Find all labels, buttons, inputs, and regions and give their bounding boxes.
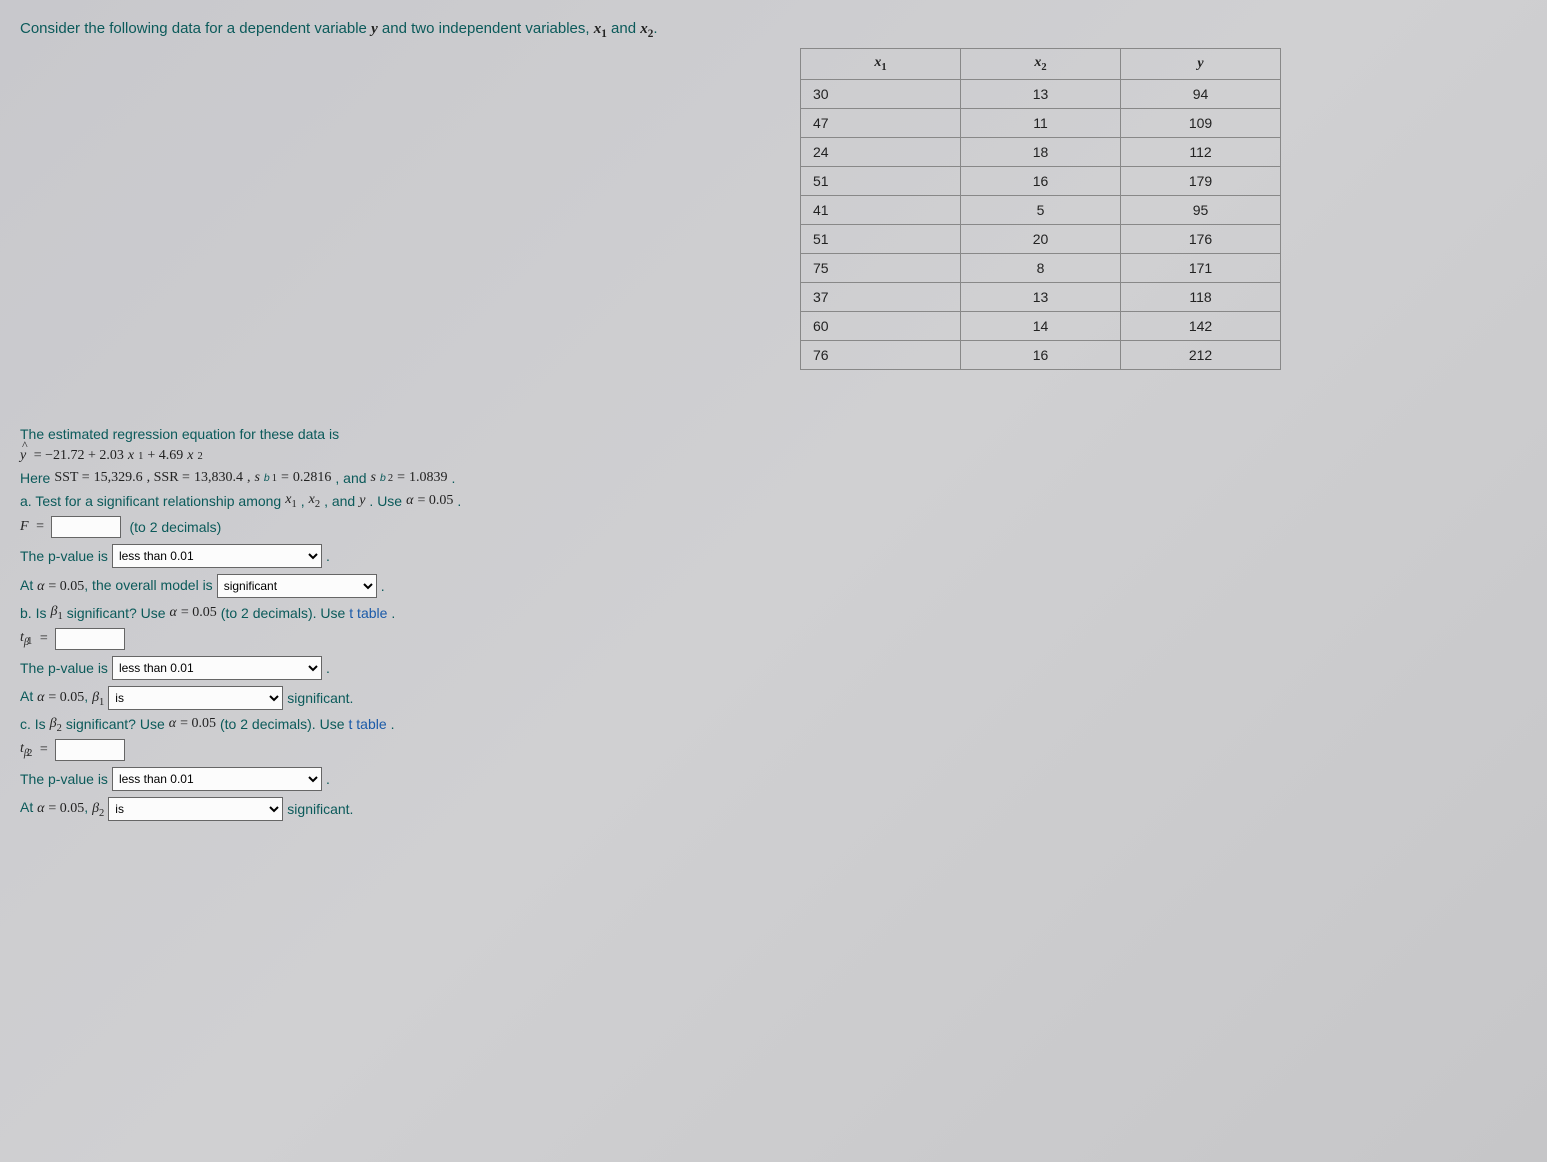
table-row: 5116179: [801, 166, 1281, 195]
part-a-prompt: a. Test for a significant relationship a…: [20, 492, 1527, 510]
regression-equation: y = −21.72 + 2.03x1 + 4.69x2: [20, 448, 1527, 464]
t-table-link-b[interactable]: t table: [349, 605, 387, 621]
table-cell: 212: [1121, 340, 1281, 369]
table-row: 301394: [801, 79, 1281, 108]
tb1-label: tβ1: [20, 630, 32, 648]
alpha-a-label: At α = 0.05, the overall model is: [20, 577, 213, 595]
is-c-select[interactable]: isis not: [108, 797, 283, 821]
data-table: x1 x2 y 30139447111092418112511617941595…: [800, 48, 1281, 370]
table-cell: 16: [961, 340, 1121, 369]
part-c-prompt: c. Is β2 significant? Use α = 0.05 (to 2…: [20, 716, 1527, 734]
table-cell: 18: [961, 137, 1121, 166]
F-input[interactable]: [51, 516, 121, 538]
table-row: 3713118: [801, 282, 1281, 311]
table-cell: 118: [1121, 282, 1281, 311]
pvalue-a-select[interactable]: less than 0.01between 0.01 and 0.025betw…: [112, 544, 322, 568]
sig-c-suffix: significant.: [287, 801, 353, 817]
table-cell: 16: [961, 166, 1121, 195]
image-placeholder: [20, 48, 800, 408]
question-intro: Consider the following data for a depend…: [20, 20, 1527, 40]
eq-intro: The estimated regression equation for th…: [20, 426, 1527, 442]
table-cell: 51: [801, 166, 961, 195]
table-row: 2418112: [801, 137, 1281, 166]
table-cell: 142: [1121, 311, 1281, 340]
col-header-x2: x2: [961, 49, 1121, 80]
pvalue-c-label: The p-value is: [20, 771, 108, 787]
table-cell: 24: [801, 137, 961, 166]
tb2-label: tβ2: [20, 741, 32, 759]
table-cell: 51: [801, 224, 961, 253]
alpha-c-label: At α = 0.05, β2: [20, 799, 104, 819]
tb2-input[interactable]: [55, 739, 125, 761]
table-cell: 75: [801, 253, 961, 282]
F-label: F: [20, 519, 29, 535]
t-table-link-c[interactable]: t table: [348, 716, 386, 732]
table-cell: 30: [801, 79, 961, 108]
table-row: 4711109: [801, 108, 1281, 137]
alpha-b-label: At α = 0.05, β1: [20, 688, 104, 708]
col-header-x1: x1: [801, 49, 961, 80]
table-cell: 176: [1121, 224, 1281, 253]
table-cell: 76: [801, 340, 961, 369]
table-cell: 37: [801, 282, 961, 311]
table-cell: 95: [1121, 195, 1281, 224]
table-cell: 109: [1121, 108, 1281, 137]
table-cell: 179: [1121, 166, 1281, 195]
pvalue-b-label: The p-value is: [20, 660, 108, 676]
table-cell: 171: [1121, 253, 1281, 282]
part-b-prompt: b. Is β1 significant? Use α = 0.05 (to 2…: [20, 604, 1527, 622]
table-cell: 112: [1121, 137, 1281, 166]
table-cell: 47: [801, 108, 961, 137]
table-cell: 41: [801, 195, 961, 224]
table-cell: 14: [961, 311, 1121, 340]
sst-ssr-line: Here SST = 15,329.6 , SSR = 13,830.4 , s…: [20, 470, 1527, 486]
pvalue-a-label: The p-value is: [20, 548, 108, 564]
table-row: 5120176: [801, 224, 1281, 253]
table-row: 758171: [801, 253, 1281, 282]
table-cell: 94: [1121, 79, 1281, 108]
tb1-input[interactable]: [55, 628, 125, 650]
table-row: 6014142: [801, 311, 1281, 340]
table-row: 41595: [801, 195, 1281, 224]
table-row: 7616212: [801, 340, 1281, 369]
pvalue-b-select[interactable]: less than 0.01between 0.01 and 0.025betw…: [112, 656, 322, 680]
table-cell: 5: [961, 195, 1121, 224]
pvalue-c-select[interactable]: less than 0.01between 0.01 and 0.025betw…: [112, 767, 322, 791]
sig-b-suffix: significant.: [287, 690, 353, 706]
table-cell: 13: [961, 79, 1121, 108]
table-cell: 60: [801, 311, 961, 340]
is-b-select[interactable]: isis not: [108, 686, 283, 710]
table-cell: 8: [961, 253, 1121, 282]
col-header-y: y: [1121, 49, 1281, 80]
table-cell: 11: [961, 108, 1121, 137]
model-signif-select[interactable]: significantnot significant: [217, 574, 377, 598]
table-cell: 20: [961, 224, 1121, 253]
F-hint: (to 2 decimals): [129, 519, 221, 535]
table-cell: 13: [961, 282, 1121, 311]
